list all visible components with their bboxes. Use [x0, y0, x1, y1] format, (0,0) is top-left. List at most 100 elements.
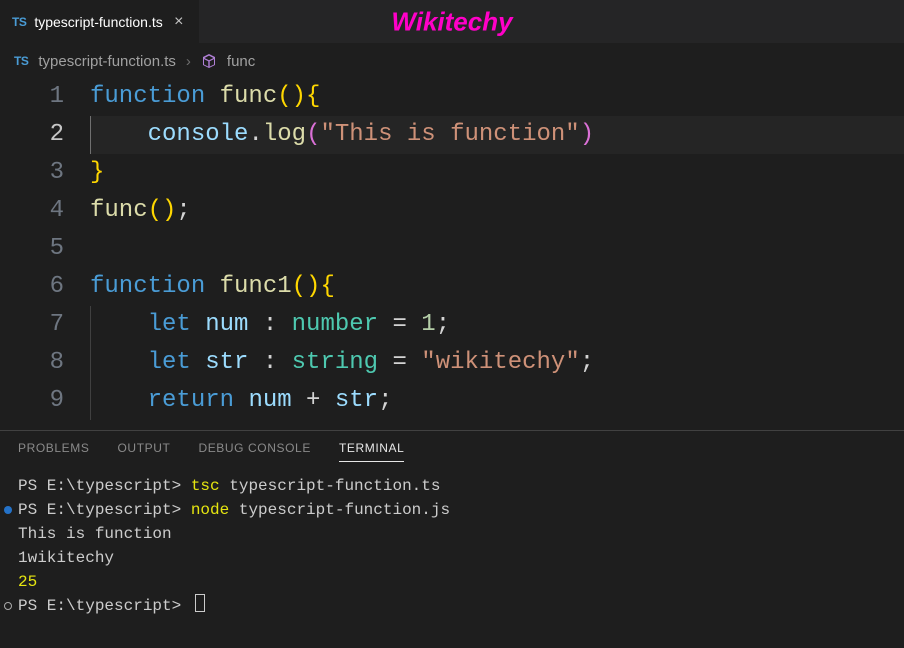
code-token: let — [148, 349, 206, 376]
code-token: : — [248, 311, 291, 338]
terminal-text: typescript-function.js — [239, 501, 450, 519]
typescript-file-icon: TS — [14, 54, 28, 68]
code-token: . — [248, 121, 262, 148]
code-line[interactable]: function func1(){ — [90, 268, 904, 306]
brand-watermark: Wikitechy — [391, 6, 512, 37]
code-line[interactable]: func(); — [90, 192, 904, 230]
code-token — [90, 349, 148, 376]
code-token: function — [90, 273, 220, 300]
terminal-command-line: PS E:\typescript> node typescript-functi… — [18, 498, 886, 522]
code-token: ; — [378, 387, 392, 414]
line-number: 6 — [0, 268, 64, 306]
breadcrumb-symbol[interactable]: func — [227, 53, 255, 70]
code-token: return — [148, 387, 249, 414]
code-token: "wikitechy" — [421, 349, 579, 376]
line-number: 2 — [0, 116, 64, 154]
status-dot-icon — [4, 506, 12, 514]
code-editor[interactable]: 123456789 function func(){ console.log("… — [0, 78, 904, 430]
code-token: 1 — [421, 311, 435, 338]
line-number: 4 — [0, 192, 64, 230]
terminal-output-line: 1wikitechy — [18, 546, 886, 570]
code-token: num — [205, 311, 248, 338]
code-line[interactable] — [90, 230, 904, 268]
code-line[interactable]: } — [90, 154, 904, 192]
code-token: () — [148, 197, 177, 224]
breadcrumb[interactable]: TS typescript-function.ts › func — [0, 44, 904, 78]
code-area[interactable]: function func(){ console.log("This is fu… — [90, 78, 904, 430]
terminal-prompt: PS E:\typescript> — [18, 477, 191, 495]
code-token: "This is function" — [320, 121, 579, 148]
terminal-text: tsc — [191, 477, 229, 495]
symbol-function-icon — [201, 53, 217, 69]
code-token: log — [263, 121, 306, 148]
code-token: ; — [580, 349, 594, 376]
indent-guide — [90, 116, 91, 154]
code-token: } — [90, 159, 104, 186]
terminal-text: This is function — [18, 525, 172, 543]
code-token: func1 — [220, 273, 292, 300]
code-token: str — [205, 349, 248, 376]
terminal-command-line: PS E:\typescript> tsc typescript-functio… — [18, 474, 886, 498]
indent-guide — [90, 306, 91, 344]
line-number-gutter: 123456789 — [0, 78, 90, 430]
terminal[interactable]: PS E:\typescript> tsc typescript-functio… — [0, 470, 904, 648]
code-token: { — [306, 83, 320, 110]
code-token: ; — [436, 311, 450, 338]
code-line[interactable]: function func(){ — [90, 78, 904, 116]
terminal-output-line: This is function — [18, 522, 886, 546]
code-token: func — [90, 197, 148, 224]
terminal-text: 1wikitechy — [18, 549, 114, 567]
code-token: { — [320, 273, 334, 300]
code-token — [90, 387, 148, 414]
indent-guide — [90, 344, 91, 382]
code-token: : — [248, 349, 291, 376]
code-token: ( — [306, 121, 320, 148]
code-token: string — [292, 349, 378, 376]
code-token — [90, 311, 148, 338]
terminal-text: node — [191, 501, 239, 519]
editor-tab-typescript-function[interactable]: TS typescript-function.ts × — [0, 0, 200, 43]
terminal-text: typescript-function.ts — [229, 477, 440, 495]
code-token: = — [378, 349, 421, 376]
tab-terminal[interactable]: TERMINAL — [339, 441, 404, 462]
bottom-panel: PROBLEMS OUTPUT DEBUG CONSOLE TERMINAL P… — [0, 430, 904, 648]
line-number: 3 — [0, 154, 64, 192]
line-number: 9 — [0, 382, 64, 420]
code-token: = — [378, 311, 421, 338]
code-line[interactable]: let num : number = 1; — [90, 306, 904, 344]
code-token: number — [292, 311, 378, 338]
code-line[interactable]: console.log("This is function") — [90, 116, 904, 154]
tab-bar: TS typescript-function.ts × Wikitechy — [0, 0, 904, 44]
tab-problems[interactable]: PROBLEMS — [18, 441, 90, 462]
tab-debug-console[interactable]: DEBUG CONSOLE — [198, 441, 311, 462]
terminal-command-line: PS E:\typescript> — [18, 594, 886, 618]
code-token: console — [148, 121, 249, 148]
chevron-right-icon: › — [186, 53, 191, 70]
breadcrumb-file[interactable]: typescript-function.ts — [38, 53, 176, 70]
close-icon[interactable]: × — [171, 14, 187, 30]
status-ring-icon — [4, 602, 12, 610]
terminal-prompt: PS E:\typescript> — [18, 501, 191, 519]
code-token: num — [248, 387, 291, 414]
code-token: let — [148, 311, 206, 338]
code-token: ) — [580, 121, 594, 148]
terminal-cursor — [195, 594, 205, 612]
typescript-file-icon: TS — [12, 15, 26, 29]
code-token: function — [90, 83, 220, 110]
line-number: 8 — [0, 344, 64, 382]
code-token: ; — [176, 197, 190, 224]
line-number: 1 — [0, 78, 64, 116]
editor-tab-label: typescript-function.ts — [34, 14, 162, 30]
panel-tab-bar: PROBLEMS OUTPUT DEBUG CONSOLE TERMINAL — [0, 431, 904, 470]
code-line[interactable]: return num + str; — [90, 382, 904, 420]
code-token: str — [335, 387, 378, 414]
tab-output[interactable]: OUTPUT — [118, 441, 171, 462]
code-token: () — [277, 83, 306, 110]
code-token: func — [220, 83, 278, 110]
line-number: 5 — [0, 230, 64, 268]
code-line[interactable]: let str : string = "wikitechy"; — [90, 344, 904, 382]
code-token: + — [292, 387, 335, 414]
code-token — [90, 121, 148, 148]
terminal-text: 25 — [18, 573, 37, 591]
terminal-prompt: PS E:\typescript> — [18, 597, 191, 615]
